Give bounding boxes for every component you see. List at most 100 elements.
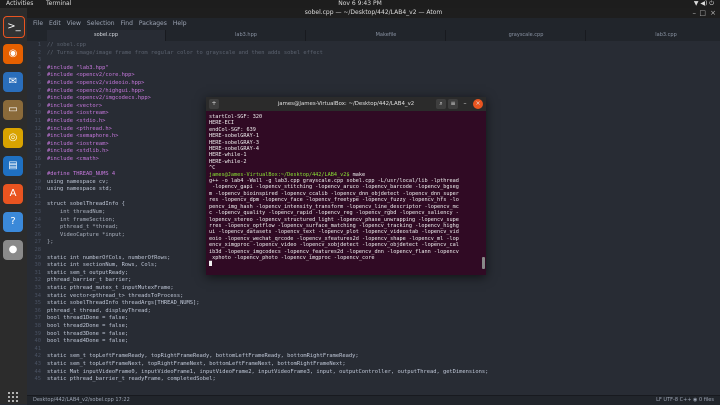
menu-file[interactable]: File [33, 20, 43, 27]
software-icon[interactable]: A [3, 184, 23, 204]
line-number: 9 [37, 102, 41, 109]
files-icon[interactable]: ▭ [3, 100, 23, 120]
close-icon[interactable]: × [473, 99, 483, 109]
code-line: #include "lab3.hpp" [47, 64, 109, 71]
terminal-scrollbar[interactable] [482, 257, 485, 269]
atom-menu-bar: File Edit View Selection Find Packages Help [27, 18, 720, 30]
search-icon[interactable]: ⌕ [436, 99, 446, 109]
line-number: 1 [37, 42, 41, 48]
clock[interactable]: Nov 6 9:43 PM [0, 0, 720, 8]
line-number: 42 [34, 353, 42, 360]
line-number: 20 [34, 186, 42, 193]
code-line: #include <opencv2/videoio.hpp> [47, 79, 145, 86]
line-number: 3 [37, 57, 41, 64]
line-number: 40 [34, 338, 42, 345]
menu-view[interactable]: View [67, 20, 81, 27]
line-number: 24 [34, 216, 42, 223]
atom-window-title: sobel.cpp — ~/Desktop/442/LAB4_v2 — Atom [304, 9, 443, 16]
line-number: 41 [34, 345, 42, 352]
line-number: 13 [34, 133, 42, 140]
line-number: 21 [34, 193, 42, 200]
line-number: 25 [34, 224, 42, 231]
terminal-line: lopencv_stereo -lopencv_structured_light… [209, 216, 459, 223]
terminal-line: ib3d -lopencv_imgcodecs -lopencv_feature… [209, 248, 459, 255]
code-line: pthread_t thread, displayThread; [47, 307, 151, 314]
code-line: static Mat inputVideoFrame0, inputVideoF… [47, 368, 489, 375]
show-applications-icon[interactable] [8, 392, 19, 403]
code-line: static sem_t topLeftFrameReady, topRight… [47, 353, 359, 360]
line-number: 44 [34, 368, 42, 375]
terminal-window: + james@James-VirtualBox: ~/Desktop/442/… [206, 97, 486, 275]
terminal-prompt: james@James-VirtualBox:~/Desktop/442/LAB… [209, 171, 350, 178]
line-number: 32 [34, 277, 42, 284]
code-line: pthread_barrier_t barrier; [47, 277, 132, 284]
terminal-line: ui -lopencv_datasets -lopencv_text -lope… [209, 229, 459, 236]
line-number: 39 [34, 330, 42, 337]
line-number: 10 [34, 110, 42, 117]
code-line: bool thread3Done = false; [47, 330, 129, 337]
line-number: 12 [34, 125, 42, 132]
terminal-cursor [209, 261, 212, 267]
line-number: 37 [34, 315, 42, 322]
tab-lab3-hpp[interactable]: lab3.hpp [187, 30, 306, 41]
tab-makefile[interactable]: Makefile [327, 30, 446, 41]
line-number: 15 [34, 148, 42, 155]
line-number: 30 [34, 262, 42, 269]
line-number: 22 [34, 201, 42, 208]
terminal-icon[interactable]: >_ [3, 16, 25, 38]
line-number: 31 [34, 269, 42, 276]
line-number: 17 [34, 163, 42, 170]
tab-sobel-cpp[interactable]: sobel.cpp [47, 30, 166, 41]
line-number: 18 [34, 171, 42, 178]
terminal-output[interactable]: startCol-SGF: 320 HERE-ECI endCol-SGF: 639… [209, 114, 482, 272]
line-number: 33 [34, 285, 42, 291]
line-number: 36 [34, 307, 42, 314]
line-number: 27 [34, 239, 42, 246]
line-number: 38 [34, 322, 42, 329]
terminal-command: make [349, 171, 366, 178]
menu-find[interactable]: Find [121, 20, 133, 27]
menu-selection[interactable]: Selection [87, 20, 115, 27]
help-icon[interactable]: ? [3, 212, 23, 232]
tab-lab3-cpp[interactable]: lab3.cpp [607, 30, 720, 41]
menu-edit[interactable]: Edit [49, 20, 61, 27]
line-number: 34 [34, 292, 42, 299]
rhythmbox-icon[interactable]: ◎ [3, 128, 23, 148]
minimize-icon[interactable]: – [693, 8, 697, 18]
code-line: bool thread2Done = false; [47, 322, 129, 329]
line-number: 16 [34, 155, 42, 162]
atom-title-bar: sobel.cpp — ~/Desktop/442/LAB4_v2 — Atom… [27, 8, 720, 18]
close-icon[interactable]: × [710, 8, 716, 18]
thunderbird-icon[interactable]: ✉ [3, 72, 23, 92]
terminal-line: res -lopencv_dpm -lopencv_face -lopencv_… [209, 197, 459, 204]
code-line: // sobel.cpp [47, 42, 86, 48]
line-number: 35 [34, 300, 42, 307]
line-number: 28 [34, 247, 42, 254]
tab-grayscale-cpp[interactable]: grayscale.cpp [467, 30, 586, 41]
maximize-icon[interactable]: □ [699, 8, 706, 18]
disc-icon[interactable]: ● [3, 240, 23, 260]
line-number: 8 [37, 95, 41, 102]
menu-help[interactable]: Help [173, 20, 187, 27]
terminal-line: c -lopencv_quality -lopencv_rapid -lopen… [209, 210, 459, 217]
line-number: 11 [34, 117, 42, 124]
dock: >_ ◉ ✉ ▭ ◎ ▤ A? ● [0, 8, 27, 404]
line-number-gutter: 1 2 3 4 5 6 7 8 9 10 11 12 13 14 15 16 17 18 19 20 21 22 23 24 2… [27, 42, 42, 384]
minimize-icon[interactable]: – [460, 99, 470, 109]
line-number: 4 [37, 64, 41, 71]
code-line: #include <opencv2/highgui.hpp> [47, 87, 145, 94]
terminal-title-bar: + james@James-VirtualBox: ~/Desktop/442/… [206, 97, 486, 111]
line-number: 19 [34, 178, 42, 185]
firefox-icon[interactable]: ◉ [3, 44, 23, 64]
line-number: 29 [34, 254, 42, 261]
system-tray[interactable]: ▼ ◀) ⏻ [694, 0, 714, 8]
terminal-line: -lopencv_gapi -lopencv_stitching -lopenc… [209, 184, 459, 191]
top-bar: Activities Terminal Nov 6 9:43 PM ▼ ◀) ⏻ [0, 0, 720, 8]
hamburger-menu-icon[interactable]: ≡ [448, 99, 458, 109]
menu-packages[interactable]: Packages [139, 20, 167, 27]
writer-icon[interactable]: ▤ [3, 156, 23, 176]
terminal-cursor-line[interactable] [209, 261, 482, 267]
line-number: 26 [34, 231, 42, 238]
atom-tab-bar: sobel.cpp lab3.hpp Makefile grayscale.cpp la… [27, 30, 720, 41]
line-number: 7 [37, 87, 41, 94]
